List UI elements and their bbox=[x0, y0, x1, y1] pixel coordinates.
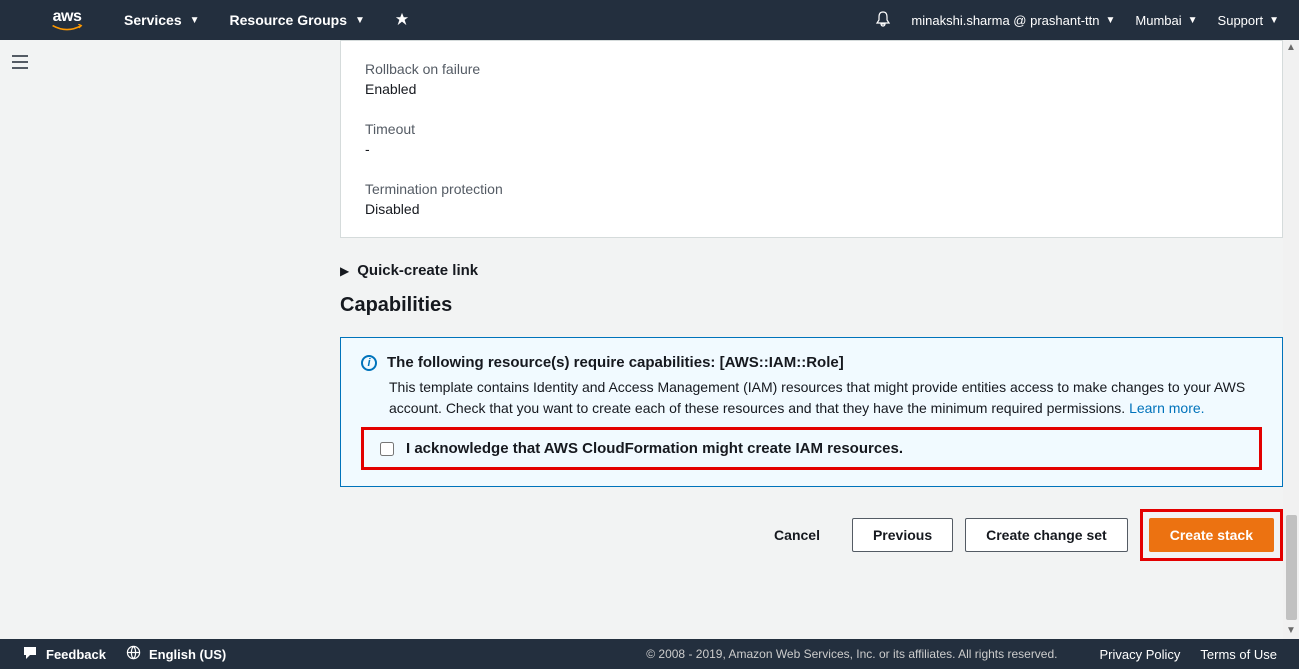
nav-region-label: Mumbai bbox=[1135, 13, 1181, 28]
ack-label[interactable]: I acknowledge that AWS CloudFormation mi… bbox=[406, 440, 903, 457]
caret-down-icon: ▼ bbox=[355, 15, 365, 26]
action-buttons: Cancel Previous Create change set Create… bbox=[340, 509, 1283, 561]
hamburger-menu-icon[interactable] bbox=[12, 50, 36, 74]
footer-copyright: © 2008 - 2019, Amazon Web Services, Inc.… bbox=[646, 647, 1057, 661]
terms-link[interactable]: Terms of Use bbox=[1200, 647, 1277, 662]
nav-services-label: Services bbox=[124, 12, 182, 28]
privacy-link[interactable]: Privacy Policy bbox=[1100, 647, 1181, 662]
main-content: Rollback on failure Enabled Timeout - Te… bbox=[40, 40, 1283, 639]
scroll-down-icon[interactable]: ▼ bbox=[1283, 623, 1299, 639]
nav-support-label: Support bbox=[1218, 13, 1264, 28]
nav-services[interactable]: Services ▼ bbox=[124, 12, 200, 28]
nav-support[interactable]: Support ▼ bbox=[1218, 13, 1279, 28]
quick-create-link-toggle[interactable]: ▶ Quick-create link bbox=[340, 262, 1283, 279]
caret-down-icon: ▼ bbox=[1188, 15, 1198, 26]
termination-label: Termination protection bbox=[365, 181, 1258, 197]
timeout-value: - bbox=[365, 141, 1258, 157]
globe-icon[interactable] bbox=[126, 645, 141, 663]
nav-region[interactable]: Mumbai ▼ bbox=[1135, 13, 1197, 28]
rollback-label: Rollback on failure bbox=[365, 61, 1258, 77]
create-stack-button[interactable]: Create stack bbox=[1149, 518, 1274, 552]
nav-user[interactable]: minakshi.sharma @ prashant-ttn ▼ bbox=[911, 13, 1115, 28]
nav-resource-groups[interactable]: Resource Groups ▼ bbox=[230, 12, 365, 28]
rollback-value: Enabled bbox=[365, 81, 1258, 97]
notifications-icon[interactable] bbox=[875, 11, 891, 30]
caret-down-icon: ▼ bbox=[190, 15, 200, 26]
nav-resource-groups-label: Resource Groups bbox=[230, 12, 347, 28]
capabilities-heading: Capabilities bbox=[340, 294, 1283, 317]
scroll-thumb[interactable] bbox=[1286, 515, 1297, 620]
chat-icon[interactable] bbox=[22, 645, 38, 664]
triangle-right-icon: ▶ bbox=[340, 264, 349, 278]
language-selector[interactable]: English (US) bbox=[149, 647, 226, 662]
info-icon: i bbox=[361, 355, 377, 371]
footer: Feedback English (US) © 2008 - 2019, Ama… bbox=[0, 639, 1299, 669]
scroll-up-icon[interactable]: ▲ bbox=[1283, 40, 1299, 56]
quick-create-link-label: Quick-create link bbox=[357, 262, 478, 279]
aws-smile-icon bbox=[50, 24, 84, 32]
pin-icon[interactable] bbox=[395, 12, 409, 29]
caret-down-icon: ▼ bbox=[1105, 15, 1115, 26]
ack-checkbox[interactable] bbox=[380, 442, 394, 456]
nav-user-label: minakshi.sharma @ prashant-ttn bbox=[911, 13, 1099, 28]
caret-down-icon: ▼ bbox=[1269, 15, 1279, 26]
stack-options-card: Rollback on failure Enabled Timeout - Te… bbox=[340, 40, 1283, 238]
alert-title: The following resource(s) require capabi… bbox=[387, 354, 844, 371]
ack-checkbox-row: I acknowledge that AWS CloudFormation mi… bbox=[361, 427, 1262, 470]
timeout-label: Timeout bbox=[365, 121, 1258, 137]
feedback-link[interactable]: Feedback bbox=[46, 647, 106, 662]
alert-body: This template contains Identity and Acce… bbox=[389, 377, 1262, 419]
top-nav: aws Services ▼ Resource Groups ▼ minaksh… bbox=[0, 0, 1299, 40]
previous-button[interactable]: Previous bbox=[852, 518, 953, 552]
cancel-button[interactable]: Cancel bbox=[754, 519, 840, 551]
capabilities-alert: i The following resource(s) require capa… bbox=[340, 337, 1283, 487]
create-stack-highlight: Create stack bbox=[1140, 509, 1283, 561]
scrollbar[interactable]: ▲ ▼ bbox=[1283, 40, 1299, 639]
termination-value: Disabled bbox=[365, 201, 1258, 217]
learn-more-link[interactable]: Learn more. bbox=[1129, 400, 1204, 416]
alert-body-text: This template contains Identity and Acce… bbox=[389, 379, 1245, 416]
aws-logo[interactable]: aws bbox=[50, 8, 84, 32]
create-change-set-button[interactable]: Create change set bbox=[965, 518, 1128, 552]
